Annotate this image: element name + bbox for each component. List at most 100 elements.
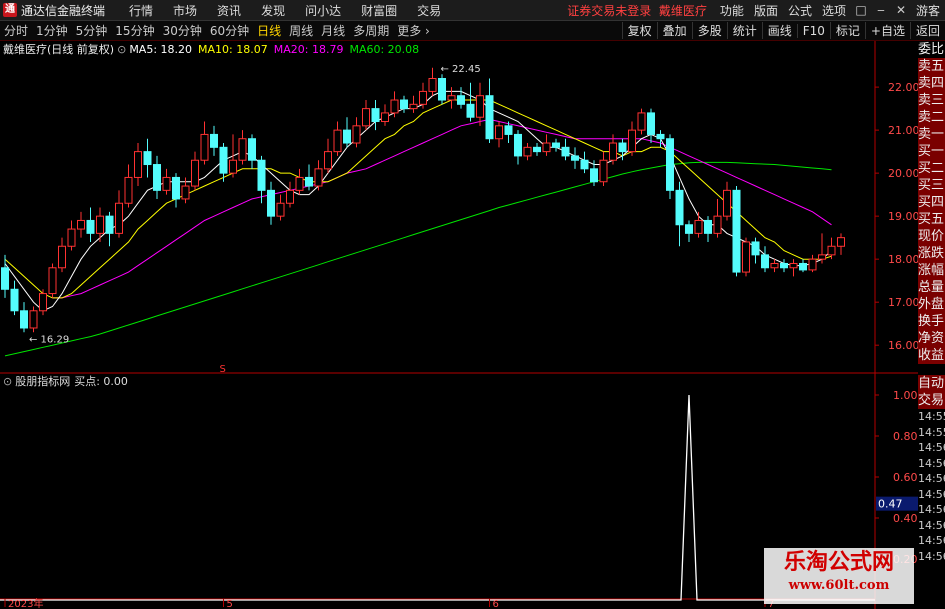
overlay-button[interactable]: 叠加 (656, 22, 692, 39)
candle-body (153, 164, 161, 191)
signal-marker: S (220, 364, 226, 375)
candle-body (552, 142, 560, 148)
candle-body (438, 78, 446, 101)
menu-options[interactable]: 选项 (822, 2, 846, 19)
menu-function[interactable]: 功能 (720, 2, 744, 19)
candle-body (751, 241, 760, 256)
candle-body (191, 159, 199, 187)
period-daily[interactable]: 日线 (257, 22, 281, 39)
indicator-tick-label: 0.40 (893, 512, 918, 525)
candle-body (628, 129, 636, 153)
buy-point-value: 买点: 0.00 (74, 375, 128, 388)
sidebar-label: 卖四 (918, 75, 945, 92)
low-price-label: ← 16.29 (29, 334, 69, 345)
candle-body (333, 129, 342, 153)
candle-body (666, 138, 674, 191)
period-timeshare[interactable]: 分时 (4, 22, 28, 39)
indicator-tick-label: 0.80 (893, 430, 918, 443)
close-icon[interactable]: ✕ (891, 3, 911, 17)
candle-body (637, 112, 646, 131)
sidebar-label: 买三 (918, 177, 945, 194)
candle-body (124, 176, 133, 204)
period-60min[interactable]: 60分钟 (210, 22, 249, 39)
mark-button[interactable]: 标记 (829, 22, 865, 39)
candle-body (571, 155, 579, 161)
sidebar-label: 买二 (918, 160, 945, 177)
candle-body (694, 219, 703, 234)
kline-chart[interactable]: 16.00 17.00 18.00 19.00 20.00 21.00 22.00 ← 22.… (0, 41, 918, 609)
candle-body (286, 189, 294, 204)
candle-body (514, 133, 522, 157)
menu-item-quotes[interactable]: 行情 (129, 2, 153, 19)
sidebar-label: 买一 (918, 143, 945, 160)
menu-item-wealth[interactable]: 财富圈 (361, 2, 397, 19)
period-monthly[interactable]: 月线 (321, 22, 345, 39)
candle-body (428, 78, 437, 92)
candle-body (400, 99, 408, 110)
candle-body (1, 267, 9, 290)
sidebar-label: 交易 (918, 392, 945, 409)
sidebar-time: 14:56 (918, 549, 945, 563)
candle-body (77, 219, 85, 230)
menu-item-ask[interactable]: 问小达 (305, 2, 341, 19)
ma20-line (52, 118, 832, 299)
ma60-value: MA60: 20.08 (349, 42, 420, 56)
period-15min[interactable]: 15分钟 (115, 22, 154, 39)
menu-formula[interactable]: 公式 (788, 2, 812, 19)
candle-body (542, 142, 551, 153)
candle-body (742, 241, 750, 273)
app-logo-icon: 通 (3, 3, 17, 17)
sidebar-time: 14:56 (918, 456, 945, 470)
candle-body (238, 138, 247, 161)
candle-body (29, 310, 38, 329)
candle-body (609, 142, 617, 161)
maximize-icon[interactable]: □ (851, 3, 871, 17)
period-multi[interactable]: 多周期 (353, 22, 389, 39)
candle-body (105, 215, 114, 234)
sidebar-label: 买五 (918, 211, 945, 228)
candle-body (48, 267, 57, 295)
candle-body (561, 146, 570, 157)
period-more[interactable]: 更多 › (397, 22, 430, 39)
time-axis-label: 2023年 (8, 597, 43, 609)
menu-item-discover[interactable]: 发现 (261, 2, 285, 19)
sub-toggle-icon[interactable]: ⊙ (3, 375, 12, 388)
quote-sidebar: 委比 卖五 卖四 卖三 卖二 卖一 买一 买二 买三 买四 买五 现价 涨跌 涨幅 总量 外盘 换手 净资 收益 自动… (918, 41, 945, 609)
guest-label[interactable]: 游客 (916, 2, 940, 19)
menu-item-trade[interactable]: 交易 (417, 2, 441, 19)
f10-button[interactable]: F10 (796, 23, 830, 38)
ma20-value: MA20: 18.79 (273, 42, 344, 56)
sidebar-time: 14:56 (918, 441, 945, 454)
main-info-bar: 戴维医疗(日线 前复权) ⊙ MA5: 18.20 MA10: 18.07 MA… (3, 41, 419, 57)
price-tick-label: 18.00 (888, 253, 918, 266)
sidebar-label: 卖一 (918, 126, 945, 143)
statistics-button[interactable]: 统计 (726, 22, 762, 39)
menu-layout[interactable]: 版面 (754, 2, 778, 19)
period-weekly[interactable]: 周线 (289, 22, 313, 39)
candle-body (267, 189, 275, 217)
minimize-icon[interactable]: ‒ (871, 3, 891, 17)
candle-body (295, 176, 304, 191)
period-30min[interactable]: 30分钟 (163, 22, 202, 39)
menu-item-news[interactable]: 资讯 (217, 2, 241, 19)
candle-body (732, 189, 741, 273)
candle-body (789, 262, 798, 269)
candle-body (799, 262, 807, 271)
indicator-tick-label: 0.60 (893, 471, 918, 484)
price-tick-label: 19.00 (888, 210, 918, 223)
candle-body (761, 254, 769, 269)
period-1min[interactable]: 1分钟 (36, 22, 68, 39)
candle-body (656, 133, 665, 140)
indicator-toggle-icon[interactable]: ⊙ (117, 43, 126, 56)
multi-stock-button[interactable]: 多股 (691, 22, 727, 39)
price-tick-label: 16.00 (888, 339, 918, 352)
adjust-button[interactable]: 复权 (621, 22, 657, 39)
add-watchlist-button[interactable]: +自选 (864, 22, 910, 39)
draw-line-button[interactable]: 画线 (761, 22, 797, 39)
menu-item-market[interactable]: 市场 (173, 2, 197, 19)
candle-body (723, 189, 731, 217)
back-button[interactable]: 返回 (909, 22, 945, 39)
sidebar-label: 总量 (918, 279, 945, 296)
period-5min[interactable]: 5分钟 (76, 22, 108, 39)
candle-body (143, 151, 152, 166)
